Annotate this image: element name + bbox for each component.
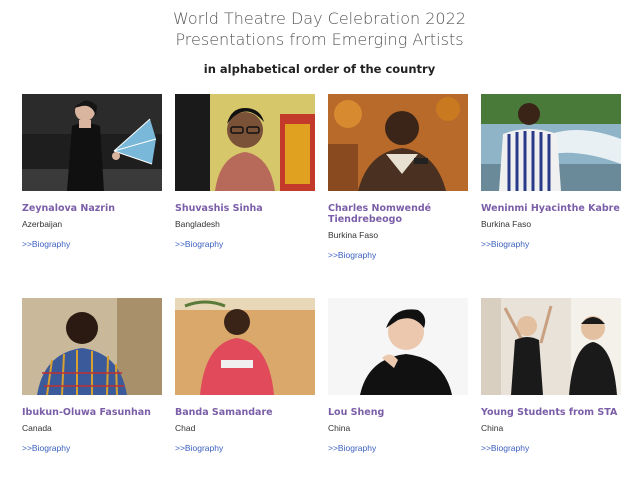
artist-name[interactable]: Weninmi Hyacinthe Kabre [481, 203, 621, 214]
artist-country: Azerbaijan [22, 219, 63, 229]
artist-card: Zeynalova Nazrin Azerbaijan >>Biography [22, 94, 162, 298]
artist-country: Burkina Faso [328, 230, 379, 240]
artist-photo[interactable] [175, 94, 315, 191]
artist-country: Burkina Faso [481, 219, 532, 229]
biography-link[interactable]: >>Biography [328, 443, 376, 453]
artist-country: Bangladesh [175, 219, 220, 229]
artist-name[interactable]: Banda Samandare [175, 407, 315, 418]
artist-card: Shuvashis Sinha Bangladesh >>Biography [175, 94, 315, 298]
artist-name[interactable]: Charles Nomwendé Tiendrebeogo [328, 203, 468, 225]
page-title: World Theatre Day Celebration 2022 Prese… [0, 8, 639, 50]
artist-card: Lou Sheng China >>Biography [328, 298, 468, 502]
artist-photo[interactable] [328, 94, 468, 191]
artist-card: Young Students from STA China >>Biograph… [481, 298, 621, 502]
biography-link[interactable]: >>Biography [481, 443, 529, 453]
biography-link[interactable]: >>Biography [22, 443, 70, 453]
artist-country: Chad [175, 423, 196, 433]
artist-card: Charles Nomwendé Tiendrebeogo Burkina Fa… [328, 94, 468, 298]
artist-name[interactable]: Young Students from STA [481, 407, 621, 418]
artist-name[interactable]: Zeynalova Nazrin [22, 203, 162, 214]
artist-photo[interactable] [175, 298, 315, 395]
biography-link[interactable]: >>Biography [175, 239, 223, 249]
artist-country: China [328, 423, 351, 433]
biography-link[interactable]: >>Biography [175, 443, 223, 453]
artist-card: Weninmi Hyacinthe Kabre Burkina Faso >>B… [481, 94, 621, 298]
page-title-line-2: Presentations from Emerging Artists [175, 30, 464, 49]
artist-photo[interactable] [22, 298, 162, 395]
artist-name[interactable]: Shuvashis Sinha [175, 203, 315, 214]
page-title-line-1: World Theatre Day Celebration 2022 [173, 9, 466, 28]
artist-photo[interactable] [481, 298, 621, 395]
artist-photo[interactable] [481, 94, 621, 191]
artist-card: Banda Samandare Chad >>Biography [175, 298, 315, 502]
artist-name[interactable]: Lou Sheng [328, 407, 468, 418]
artist-photo[interactable] [328, 298, 468, 395]
artist-card: Ibukun-Oluwa Fasunhan Canada >>Biography [22, 298, 162, 502]
biography-link[interactable]: >>Biography [328, 250, 376, 260]
biography-link[interactable]: >>Biography [22, 239, 70, 249]
artist-photo[interactable] [22, 94, 162, 191]
artist-name[interactable]: Ibukun-Oluwa Fasunhan [22, 407, 162, 418]
artist-country: China [481, 423, 504, 433]
page-subtitle: in alphabetical order of the country [203, 62, 436, 76]
artist-country: Canada [22, 423, 52, 433]
artist-grid: Zeynalova Nazrin Azerbaijan >>Biography … [22, 94, 621, 502]
biography-link[interactable]: >>Biography [481, 239, 529, 249]
